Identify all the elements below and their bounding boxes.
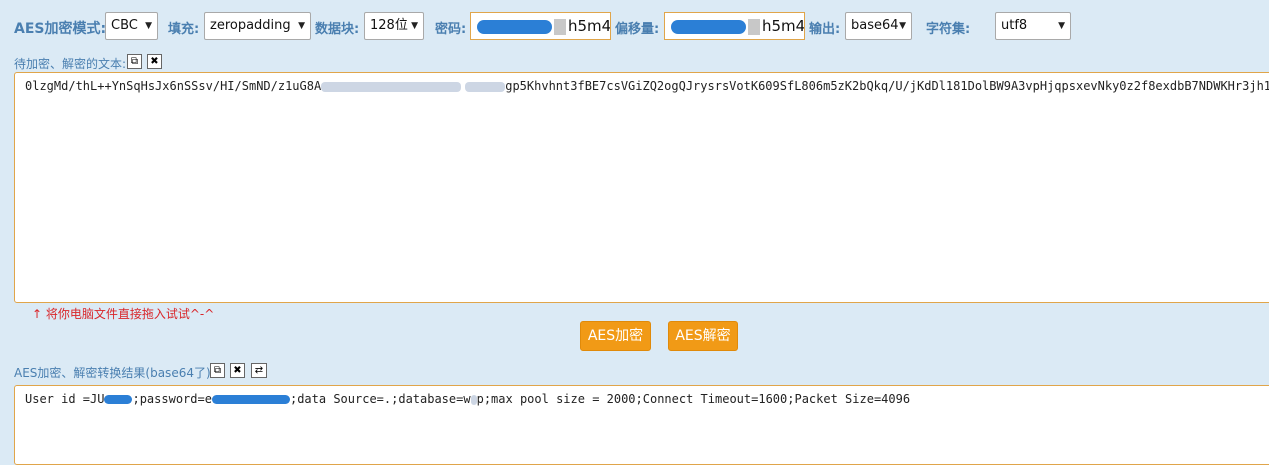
drag-hint: ↑ 将你电脑文件直接拖入试试^-^	[32, 307, 215, 321]
padding-select[interactable]: zeropadding ▼	[204, 12, 311, 40]
charset-select[interactable]: utf8 ▼	[995, 12, 1071, 40]
result-text-part: p;max pool size = 2000;Connect Timeout=1…	[476, 392, 911, 406]
redaction-mask	[671, 19, 746, 34]
redaction-mask	[554, 18, 566, 35]
redaction-mask	[321, 81, 462, 92]
block-select[interactable]: 128位 ▼	[364, 12, 424, 40]
mode-label: AES加密模式:	[14, 21, 107, 37]
mode-select[interactable]: CBC ▼	[105, 12, 158, 40]
input-textarea[interactable]: 0lzgMd/thL++YnSqHsJx6nSSsv/HI/SmND/z1uG8…	[14, 72, 1269, 303]
result-text-part: ;data Source=.;database=w	[289, 392, 471, 406]
settings-toolbar: AES加密模式: CBC ▼ 填充: zeropadding ▼ 数据块: 12…	[0, 0, 1269, 50]
padding-select-value: zeropadding	[210, 18, 291, 33]
chevron-down-icon: ▼	[1058, 21, 1065, 31]
decrypt-button[interactable]: AES解密	[668, 321, 738, 351]
mode-select-value: CBC	[111, 18, 138, 33]
charset-select-value: utf8	[1001, 18, 1028, 33]
chevron-down-icon: ▼	[411, 21, 418, 31]
chevron-down-icon: ▼	[298, 21, 305, 31]
copy-icon[interactable]: ⧉	[210, 363, 225, 378]
close-icon[interactable]: ✖	[147, 54, 162, 69]
input-label: 待加密、解密的文本:	[14, 57, 127, 71]
redaction-mask	[211, 395, 290, 404]
output-select-value: base64	[851, 18, 899, 33]
iv-input[interactable]: h5m47	[664, 12, 805, 40]
swap-icon[interactable]: ⇄	[251, 363, 267, 378]
key-label: 密码:	[435, 22, 467, 37]
iv-input-value: h5m47	[762, 17, 805, 35]
copy-icon[interactable]: ⧉	[127, 54, 142, 69]
key-input-value: h5m47	[568, 17, 611, 35]
encrypt-button[interactable]: AES加密	[580, 321, 651, 351]
result-label: AES加密、解密转换结果(base64了):	[14, 366, 215, 380]
input-text-end: gp5Khvhnt3fBE7csVGiZQ2ogQJrysrsVotK609Sf…	[505, 79, 1269, 93]
redaction-mask	[465, 81, 506, 92]
close-icon[interactable]: ✖	[230, 363, 245, 378]
result-text-part: User id =JU	[25, 392, 105, 406]
block-select-value: 128位	[370, 18, 408, 33]
redaction-mask	[104, 395, 133, 404]
redaction-mask	[477, 19, 552, 34]
redaction-mask	[470, 394, 477, 405]
padding-label: 填充:	[168, 22, 200, 37]
output-label: 输出:	[809, 22, 841, 37]
charset-label: 字符集:	[926, 22, 971, 37]
output-select[interactable]: base64 ▼	[845, 12, 912, 40]
redaction-mask	[748, 18, 760, 35]
chevron-down-icon: ▼	[145, 21, 152, 31]
key-input[interactable]: h5m47	[470, 12, 611, 40]
input-text-start: 0lzgMd/thL++YnSqHsJx6nSSsv/HI/SmND/z1uG8…	[25, 79, 322, 93]
iv-label: 偏移量:	[615, 22, 660, 37]
block-label: 数据块:	[315, 22, 360, 37]
chevron-down-icon: ▼	[899, 21, 906, 31]
result-text-part: ;password=e	[132, 392, 212, 406]
result-textarea[interactable]: User id =JU ;password=e ;data Source=.;dat…	[14, 385, 1269, 465]
